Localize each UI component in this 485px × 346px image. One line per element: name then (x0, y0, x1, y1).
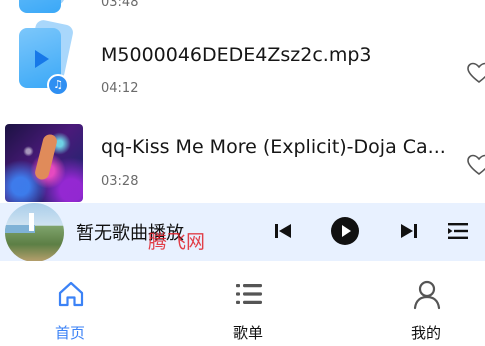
song-list-item[interactable]: qq-Kiss Me More (Explicit)-Doja Ca... 03… (0, 106, 485, 202)
song-duration: 03:28 (101, 174, 139, 189)
heart-outline-icon[interactable] (467, 62, 485, 84)
album-cover (5, 124, 83, 202)
tab-label: 歌单 (232, 324, 263, 342)
user-icon (413, 280, 441, 310)
song-list-item[interactable]: ♫ M5000046DEDE4Zsz2c.mp3 04:12 (0, 10, 485, 102)
list-icon (236, 284, 262, 304)
tab-label: 我的 (410, 324, 441, 342)
mini-player[interactable]: 暂无歌曲播放 腾飞网 (0, 203, 485, 262)
heart-outline-icon[interactable] (467, 154, 485, 176)
tab-profile[interactable]: 我的 (366, 261, 485, 346)
song-list: 03:48 ♫ M5000046DEDE4Zsz2c.mp3 04:12 qq-… (0, 0, 485, 203)
playlist-queue-icon[interactable] (444, 217, 472, 245)
player-cover[interactable] (5, 203, 64, 262)
tab-home[interactable]: 首页 (10, 261, 130, 346)
home-icon (58, 281, 84, 307)
play-icon[interactable] (329, 215, 361, 247)
bottom-nav: 首页 歌单 我的 (0, 261, 485, 346)
tab-label: 首页 (54, 324, 85, 342)
tab-playlists[interactable]: 歌单 (188, 261, 308, 346)
music-note-icon: ♫ (47, 74, 69, 96)
skip-previous-icon[interactable] (269, 217, 297, 245)
skip-next-icon[interactable] (395, 217, 423, 245)
song-duration: 04:12 (101, 81, 139, 96)
song-title: qq-Kiss Me More (Explicit)-Doja Ca... (101, 136, 446, 158)
audio-file-icon: ♫ (5, 18, 83, 96)
song-title: M5000046DEDE4Zsz2c.mp3 (101, 44, 372, 66)
song-duration: 03:48 (101, 0, 139, 10)
watermark: 腾飞网 (148, 231, 206, 253)
